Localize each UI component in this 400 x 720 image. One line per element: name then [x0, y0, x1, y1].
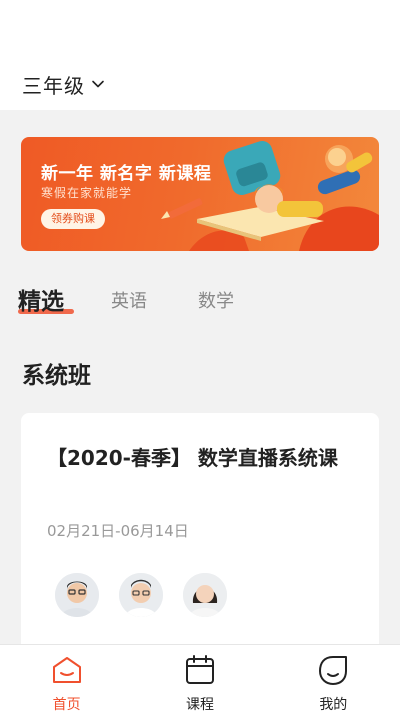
nav-profile-label: 我的 [319, 697, 348, 713]
category-tabs: 精选 英语 数学 [0, 278, 400, 328]
tab-featured[interactable]: 精选 [18, 282, 64, 316]
grade-label: 三年级 [22, 73, 85, 98]
bottom-navigation: 首页 课程 我的 [0, 644, 400, 720]
banner-subtitle: 寒假在家就能学 [41, 186, 133, 200]
section-title: 系统班 [22, 363, 91, 389]
banner-illustration [161, 141, 379, 251]
profile-icon [319, 656, 348, 685]
tab-english[interactable]: 英语 [111, 287, 147, 313]
buy-course-button[interactable]: 领券购课 [41, 209, 105, 229]
nav-profile[interactable]: 我的 [267, 645, 400, 720]
top-header: 三年级 [0, 0, 400, 110]
teacher-avatars [55, 573, 247, 617]
nav-courses-label: 课程 [185, 697, 214, 713]
nav-courses[interactable]: 课程 [133, 645, 266, 720]
teacher-avatar [119, 573, 163, 617]
home-icon [52, 657, 81, 683]
course-card[interactable]: 【2020-春季】 数学直播系统课 02月21日-06月14日 [21, 413, 379, 673]
chevron-down-icon [92, 80, 104, 88]
nav-home-label: 首页 [52, 697, 81, 713]
grade-selector[interactable]: 三年级 [22, 70, 105, 98]
teacher-avatar [55, 573, 99, 617]
tab-math[interactable]: 数学 [198, 287, 234, 313]
calendar-icon [185, 655, 214, 684]
course-title: 【2020-春季】 数学直播系统课 [47, 446, 338, 470]
teacher-avatar [183, 573, 227, 617]
course-date: 02月21日-06月14日 [47, 522, 189, 540]
nav-home[interactable]: 首页 [0, 645, 133, 720]
promo-banner[interactable]: 新一年 新名字 新课程 寒假在家就能学 领券购课 [21, 137, 379, 251]
